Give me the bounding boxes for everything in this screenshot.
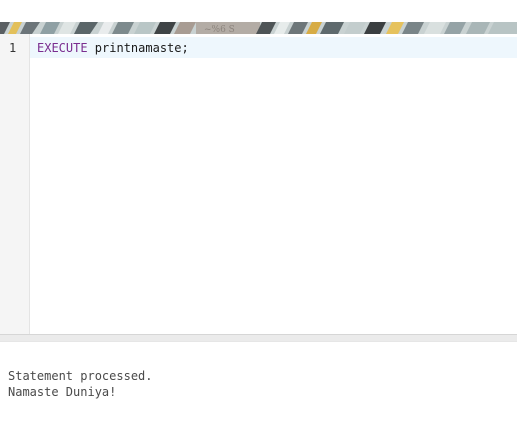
results-pane: Statement processed. Namaste Duniya! [0, 342, 517, 428]
decorative-banner: ~%6 S [0, 22, 517, 34]
sql-keyword: EXECUTE [37, 41, 88, 55]
svg-text:~%6 S: ~%6 S [204, 25, 235, 34]
output-line: Statement processed. [8, 369, 153, 383]
code-editor[interactable]: 1 EXECUTE printnamaste; [0, 34, 517, 334]
sql-worksheet: ~%6 S 1 EXECUTE printnamaste; Statement … [0, 0, 517, 428]
line-number: 1 [9, 41, 17, 55]
line-number-gutter: 1 [0, 34, 30, 334]
output-line: Namaste Duniya! [8, 385, 117, 399]
procedure-name: printnamaste; [87, 41, 189, 55]
code-line[interactable]: EXECUTE printnamaste; [37, 40, 189, 56]
pane-splitter[interactable] [0, 334, 517, 342]
